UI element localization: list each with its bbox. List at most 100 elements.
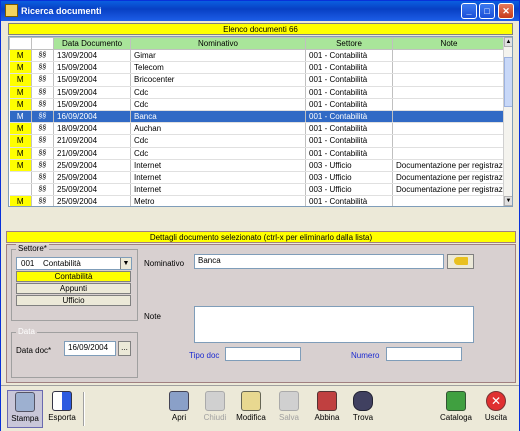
chiudi-button[interactable]: Chiudi bbox=[197, 390, 233, 428]
sector-button-contabilita[interactable]: Contabilità bbox=[16, 271, 131, 282]
trova-button[interactable]: Trova bbox=[345, 390, 381, 428]
esporta-label: Esporta bbox=[48, 413, 76, 422]
scroll-up-arrow-icon[interactable]: ▲ bbox=[504, 37, 512, 47]
row-attachment-icon: §§ bbox=[31, 183, 54, 197]
nominativo-input[interactable]: Banca bbox=[194, 254, 444, 269]
uscita-label: Uscita bbox=[484, 413, 508, 422]
table-row[interactable]: §§ 25/09/2004 Internet 003 - Ufficio Documen… bbox=[9, 183, 506, 197]
sector-button-ufficio[interactable]: Ufficio bbox=[16, 295, 131, 306]
row-marker: M bbox=[9, 61, 32, 75]
tipo-doc-input[interactable] bbox=[225, 347, 301, 361]
bottom-toolbar: Stampa Esporta Apri Chiudi Modifica Salv… bbox=[1, 385, 519, 431]
key-icon bbox=[453, 257, 468, 265]
esporta-button[interactable]: Esporta bbox=[44, 390, 80, 428]
open-books-icon bbox=[169, 391, 189, 411]
row-attachment-icon: §§ bbox=[31, 134, 54, 148]
table-row[interactable]: M §§ 13/09/2004 Gimar 001 - Contabilità bbox=[9, 49, 506, 63]
row-note bbox=[392, 195, 506, 206]
title-bar[interactable]: Ricerca documenti _ □ ✕ bbox=[1, 1, 519, 21]
vertical-scrollbar[interactable]: ▲ ▼ bbox=[503, 37, 512, 206]
row-marker: M bbox=[9, 159, 32, 172]
maximize-button[interactable]: □ bbox=[479, 3, 495, 19]
documents-table: Data Documento Nominativo Settore Note M… bbox=[9, 37, 506, 206]
abbina-label: Abbina bbox=[314, 413, 340, 422]
column-header-date[interactable]: Data Documento bbox=[53, 37, 131, 50]
stampa-label: Stampa bbox=[11, 414, 39, 423]
row-sector: 001 - Contabilità bbox=[305, 98, 393, 111]
row-attachment-icon: §§ bbox=[31, 110, 54, 124]
table-row[interactable]: M §§ 16/09/2004 Banca 001 - Contabilità bbox=[9, 110, 506, 124]
column-header-note[interactable]: Note bbox=[392, 37, 506, 50]
details-panel: Settore* 001 Contabilità ▼ Contabilità A… bbox=[6, 244, 516, 383]
row-date: 25/09/2004 bbox=[53, 195, 131, 206]
table-row[interactable]: M §§ 25/09/2004 Internet 003 - Ufficio Docume… bbox=[9, 159, 506, 172]
list-header: Elenco documenti 66 bbox=[8, 23, 513, 35]
row-attachment-icon: §§ bbox=[31, 49, 54, 63]
table-row[interactable]: M §§ 21/09/2004 Cdc 001 - Contabilità bbox=[9, 134, 506, 148]
row-sector: 001 - Contabilità bbox=[305, 147, 393, 160]
row-date: 15/09/2004 bbox=[53, 86, 131, 99]
column-header-m[interactable] bbox=[9, 37, 32, 50]
row-name: Cdc bbox=[130, 147, 306, 160]
row-date: 25/09/2004 bbox=[53, 171, 131, 185]
settore-select[interactable]: 001 Contabilità ▼ bbox=[16, 257, 132, 270]
row-date: 15/09/2004 bbox=[53, 61, 131, 75]
export-icon bbox=[52, 391, 72, 411]
apri-button[interactable]: Apri bbox=[161, 390, 197, 428]
row-date: 15/09/2004 bbox=[53, 98, 131, 111]
chevron-down-icon[interactable]: ▼ bbox=[120, 258, 131, 269]
row-note bbox=[392, 147, 506, 160]
row-note bbox=[392, 98, 506, 111]
row-sector: 001 - Contabilità bbox=[305, 134, 393, 148]
search-nominativo-button[interactable] bbox=[447, 254, 474, 269]
column-header-sector[interactable]: Settore bbox=[305, 37, 393, 50]
minimize-button[interactable]: _ bbox=[461, 3, 477, 19]
sector-button-appunti[interactable]: Appunti bbox=[16, 283, 131, 294]
row-attachment-icon: §§ bbox=[31, 195, 54, 206]
tipo-doc-label: Tipo doc bbox=[189, 351, 220, 360]
table-row[interactable]: M §§ 15/09/2004 Telecom 001 - Contabilità bbox=[9, 61, 506, 75]
uscita-button[interactable]: ✕ Uscita bbox=[478, 390, 514, 428]
scroll-down-arrow-icon[interactable]: ▼ bbox=[504, 196, 512, 206]
salva-button[interactable]: Salva bbox=[271, 390, 307, 428]
table-row[interactable]: M §§ 18/09/2004 Auchan 001 - Contabilità bbox=[9, 122, 506, 136]
note-textarea[interactable] bbox=[194, 306, 474, 343]
numero-label: Numero bbox=[351, 351, 380, 360]
row-marker: M bbox=[9, 134, 32, 148]
row-sector: 001 - Contabilità bbox=[305, 122, 393, 136]
link-documents-icon bbox=[317, 391, 337, 411]
row-marker: M bbox=[9, 86, 32, 99]
row-attachment-icon: §§ bbox=[31, 159, 54, 172]
row-attachment-icon: §§ bbox=[31, 98, 54, 111]
save-icon bbox=[279, 391, 299, 411]
row-sector: 003 - Ufficio bbox=[305, 171, 393, 185]
row-note: Documentazione per registrazio bbox=[392, 171, 506, 185]
numero-input[interactable] bbox=[386, 347, 462, 361]
row-marker: M bbox=[9, 110, 32, 124]
column-header-icon[interactable] bbox=[31, 37, 54, 50]
exit-icon: ✕ bbox=[486, 391, 506, 411]
cataloga-button[interactable]: Cataloga bbox=[438, 390, 474, 428]
table-row[interactable]: §§ 25/09/2004 Internet 003 - Ufficio Documen… bbox=[9, 171, 506, 185]
row-name: Banca bbox=[130, 110, 306, 124]
row-note bbox=[392, 122, 506, 136]
table-row[interactable]: M §§ 15/09/2004 Cdc 001 - Contabilità bbox=[9, 98, 506, 111]
column-header-name[interactable]: Nominativo bbox=[130, 37, 306, 50]
stampa-button[interactable]: Stampa bbox=[7, 390, 43, 428]
row-marker: M bbox=[9, 195, 32, 206]
table-row[interactable]: M §§ 25/09/2004 Metro 001 - Contabilità bbox=[9, 195, 506, 206]
row-marker: M bbox=[9, 122, 32, 136]
data-doc-input[interactable]: 16/09/2004 bbox=[64, 341, 116, 356]
abbina-button[interactable]: Abbina bbox=[309, 390, 345, 428]
close-button[interactable]: ✕ bbox=[498, 3, 514, 19]
date-picker-button[interactable]: ... bbox=[118, 341, 131, 356]
modifica-button[interactable]: Modifica bbox=[233, 390, 269, 428]
scroll-thumb[interactable] bbox=[504, 57, 512, 107]
table-row[interactable]: M §§ 15/09/2004 Cdc 001 - Contabilità bbox=[9, 86, 506, 99]
table-row[interactable]: M §§ 21/09/2004 Cdc 001 - Contabilità bbox=[9, 147, 506, 160]
row-note: Documentazione per registrazio bbox=[392, 159, 506, 172]
toolbar-separator bbox=[83, 392, 85, 426]
table-row[interactable]: M §§ 15/09/2004 Bricocenter 001 - Contabilit… bbox=[9, 73, 506, 87]
documents-grid[interactable]: Data Documento Nominativo Settore Note M… bbox=[8, 36, 513, 207]
row-attachment-icon: §§ bbox=[31, 61, 54, 75]
